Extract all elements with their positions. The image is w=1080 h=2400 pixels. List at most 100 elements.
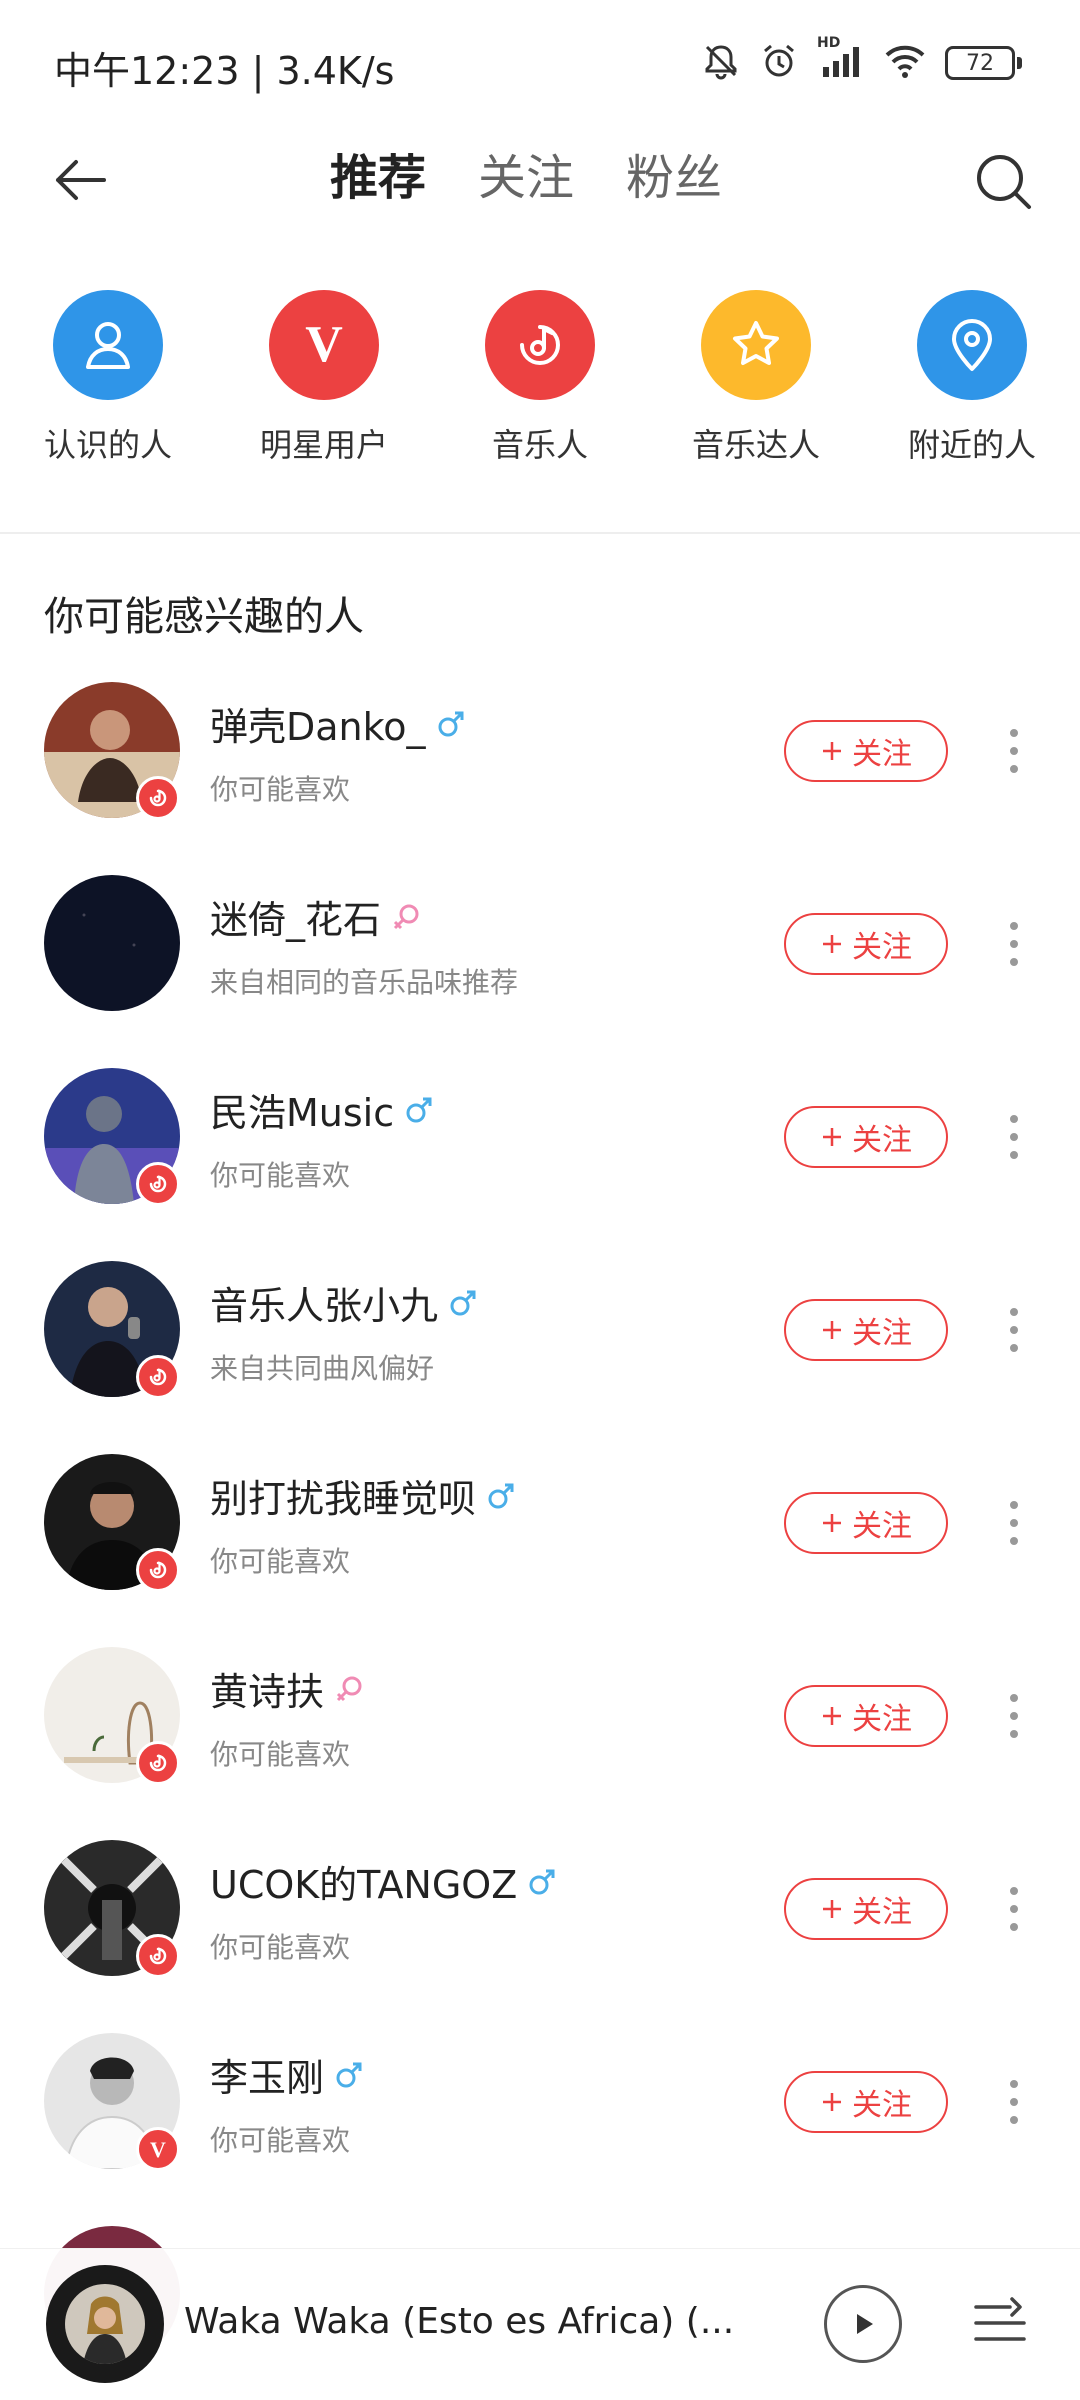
user-name[interactable]: 弹壳Danko_ bbox=[210, 696, 466, 751]
male-icon bbox=[438, 711, 464, 736]
category-nearby[interactable]: 附近的人 bbox=[872, 290, 1072, 466]
wifi-icon bbox=[883, 41, 927, 85]
category-acquaintances[interactable]: 认识的人 bbox=[8, 290, 208, 466]
plus-icon bbox=[823, 1514, 841, 1532]
recommend-reason: 你可能喜欢 bbox=[210, 2124, 351, 2157]
tab-following[interactable]: 关注 bbox=[478, 142, 574, 214]
more-options-icon[interactable] bbox=[996, 716, 1032, 786]
plus-icon bbox=[823, 742, 841, 760]
battery-level: 72 bbox=[945, 46, 1015, 80]
user-name[interactable]: UCOK的TANGOZ bbox=[210, 1854, 557, 1909]
user-name[interactable]: 别打扰我睡觉呗 bbox=[210, 1468, 516, 1523]
category-musicians[interactable]: 音乐人 bbox=[440, 290, 640, 466]
follow-button[interactable]: 关注 bbox=[784, 1492, 948, 1554]
list-item[interactable]: 民浩Music 你可能喜欢 关注 bbox=[0, 1062, 1080, 1255]
male-icon bbox=[488, 1483, 514, 1508]
list-item[interactable]: 音乐人张小九 来自共同曲风偏好 关注 bbox=[0, 1255, 1080, 1448]
follow-button[interactable]: 关注 bbox=[784, 2071, 948, 2133]
follow-button[interactable]: 关注 bbox=[784, 1878, 948, 1940]
verified-v-icon: V bbox=[136, 2127, 180, 2171]
follow-label: 关注 bbox=[852, 1895, 912, 1930]
recommend-reason: 你可能喜欢 bbox=[210, 1738, 351, 1771]
musician-badge-icon bbox=[136, 1548, 180, 1592]
plus-icon bbox=[823, 1321, 841, 1339]
musician-badge-icon bbox=[136, 1162, 180, 1206]
avatar[interactable] bbox=[44, 875, 180, 1011]
recommend-reason: 你可能喜欢 bbox=[210, 1545, 351, 1578]
list-item[interactable]: 迷倚_花石 来自相同的音乐品味推荐 关注 bbox=[0, 869, 1080, 1062]
follow-label: 关注 bbox=[852, 1123, 912, 1158]
hd-label: HD bbox=[817, 35, 841, 51]
more-options-icon[interactable] bbox=[996, 2067, 1032, 2137]
person-icon bbox=[53, 290, 163, 400]
search-icon bbox=[977, 155, 1031, 209]
list-item[interactable]: 黄诗扶 你可能喜欢 关注 bbox=[0, 1641, 1080, 1834]
follow-label: 关注 bbox=[852, 2088, 912, 2123]
user-name[interactable]: 民浩Music bbox=[210, 1082, 434, 1137]
location-pin-icon bbox=[917, 290, 1027, 400]
recommend-reason: 你可能喜欢 bbox=[210, 1931, 351, 1964]
follow-button[interactable]: 关注 bbox=[784, 913, 948, 975]
divider bbox=[0, 532, 1080, 534]
musician-badge-icon bbox=[136, 1741, 180, 1785]
tab-fans[interactable]: 粉丝 bbox=[626, 142, 722, 214]
status-icons: HD 72 bbox=[701, 35, 1022, 88]
search-button[interactable] bbox=[964, 142, 1044, 222]
male-icon bbox=[406, 1097, 432, 1122]
user-list: 弹壳Danko_ 你可能喜欢 关注 迷倚_花石 来自相同的音乐品味推荐 关注 民… bbox=[0, 676, 1080, 2400]
follow-label: 关注 bbox=[852, 1509, 912, 1544]
more-options-icon[interactable] bbox=[996, 909, 1032, 979]
playlist-button[interactable] bbox=[970, 2289, 1030, 2359]
category-celebrities[interactable]: V 明星用户 bbox=[224, 290, 424, 466]
follow-label: 关注 bbox=[852, 1316, 912, 1351]
user-name[interactable]: 音乐人张小九 bbox=[210, 1275, 478, 1330]
alarm-icon bbox=[759, 41, 799, 85]
user-name[interactable]: 李玉刚 bbox=[210, 2047, 364, 2102]
more-options-icon[interactable] bbox=[996, 1874, 1032, 1944]
tab-recommend-label: 推荐 bbox=[330, 150, 427, 206]
musician-badge-icon bbox=[136, 1355, 180, 1399]
user-name-text: 音乐人张小九 bbox=[210, 1284, 439, 1328]
play-icon bbox=[857, 2314, 873, 2334]
tab-following-label: 关注 bbox=[478, 150, 575, 206]
female-icon bbox=[336, 1676, 362, 1701]
now-playing-title[interactable]: Waka Waka (Esto es Africa) (... bbox=[184, 2301, 734, 2342]
musician-badge-icon bbox=[136, 1934, 180, 1978]
plus-icon bbox=[823, 1900, 841, 1918]
back-button[interactable] bbox=[44, 144, 116, 216]
more-options-icon[interactable] bbox=[996, 1295, 1032, 1365]
category-music-experts[interactable]: 音乐达人 bbox=[656, 290, 856, 466]
svg-text:V: V bbox=[150, 2137, 166, 2162]
recommend-reason: 你可能喜欢 bbox=[210, 773, 351, 806]
more-options-icon[interactable] bbox=[996, 1681, 1032, 1751]
follow-label: 关注 bbox=[852, 737, 912, 772]
list-item[interactable]: 弹壳Danko_ 你可能喜欢 关注 bbox=[0, 676, 1080, 869]
user-name[interactable]: 黄诗扶 bbox=[210, 1661, 364, 1716]
list-item[interactable]: 别打扰我睡觉呗 你可能喜欢 关注 bbox=[0, 1448, 1080, 1641]
female-icon bbox=[393, 904, 419, 929]
user-name-text: 黄诗扶 bbox=[210, 1670, 325, 1714]
follow-button[interactable]: 关注 bbox=[784, 1106, 948, 1168]
more-options-icon[interactable] bbox=[996, 1488, 1032, 1558]
album-disc[interactable] bbox=[46, 2265, 164, 2383]
tab-recommend[interactable]: 推荐 bbox=[324, 142, 433, 214]
user-name-text: 民浩Music bbox=[210, 1091, 395, 1135]
play-button[interactable] bbox=[824, 2285, 902, 2363]
recommend-reason: 你可能喜欢 bbox=[210, 1159, 351, 1192]
list-item[interactable]: V 李玉刚 你可能喜欢 关注 bbox=[0, 2027, 1080, 2220]
arrow-left-icon bbox=[56, 160, 106, 200]
mini-player[interactable]: Waka Waka (Esto es Africa) (... bbox=[0, 2248, 1080, 2400]
category-label: 音乐人 bbox=[491, 426, 588, 464]
list-item[interactable]: UCOK的TANGOZ 你可能喜欢 关注 bbox=[0, 1834, 1080, 2027]
user-name[interactable]: 迷倚_花石 bbox=[210, 889, 421, 944]
follow-button[interactable]: 关注 bbox=[784, 1299, 948, 1361]
tab-fans-label: 粉丝 bbox=[626, 150, 723, 206]
follow-label: 关注 bbox=[852, 1702, 912, 1737]
follow-button[interactable]: 关注 bbox=[784, 720, 948, 782]
bell-off-icon bbox=[701, 41, 741, 85]
follow-button[interactable]: 关注 bbox=[784, 1685, 948, 1747]
category-label: 音乐达人 bbox=[691, 426, 820, 464]
more-options-icon[interactable] bbox=[996, 1102, 1032, 1172]
user-name-text: 别打扰我睡觉呗 bbox=[210, 1477, 477, 1521]
category-row: 认识的人 V 明星用户 音乐人 音乐达人 附近的人 bbox=[0, 290, 1080, 480]
